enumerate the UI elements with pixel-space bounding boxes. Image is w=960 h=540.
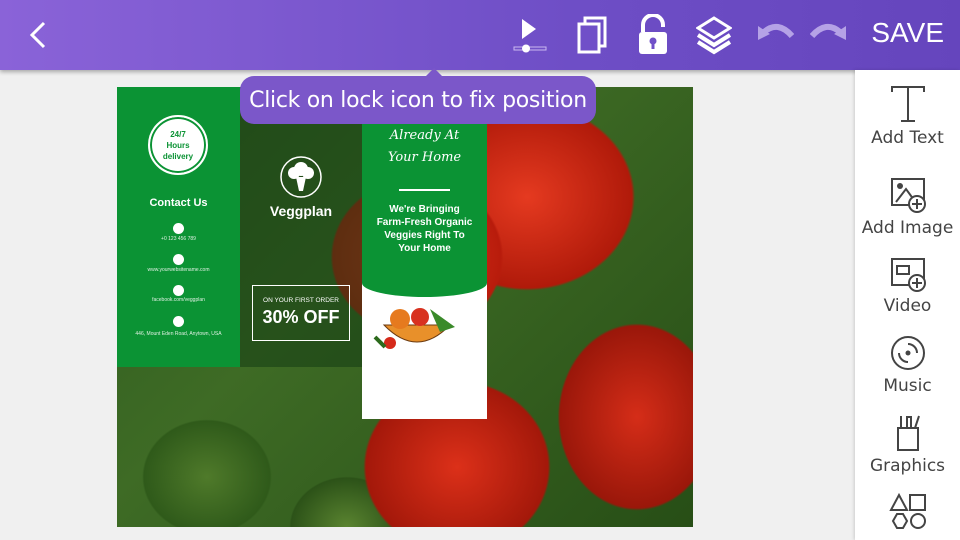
vegetable-basket-image [373, 308, 455, 349]
sidebar-item-label: Graphics [869, 456, 946, 476]
undo-button[interactable] [756, 14, 794, 56]
sidebar-item-label: Add Image [861, 218, 954, 238]
text-icon [890, 86, 925, 122]
divider [399, 189, 450, 191]
headline: Already At Your Home [387, 128, 462, 165]
sidebar-item-add-image[interactable]: Add Image [855, 176, 960, 238]
sidebar-item-label: Add Text [871, 128, 944, 148]
offer-box: ON YOUR FIRST ORDER 30% OFF [252, 285, 350, 341]
preview-button[interactable] [512, 14, 548, 56]
sidebar-item-shapes[interactable] [855, 492, 960, 536]
contact-title: Contact Us [149, 197, 208, 209]
duplicate-icon [577, 16, 607, 54]
preview-play-icon [513, 19, 547, 53]
phone-icon [173, 223, 184, 234]
sidebar-item-add-text[interactable]: Add Text [855, 84, 960, 148]
music-disc-icon [890, 336, 925, 370]
website-text: www.yourwebsitename.com [147, 267, 210, 273]
tools-sidebar: Add Text Add Image Video Music Graphics [855, 70, 960, 540]
unlock-icon [639, 14, 667, 54]
delivery-badge: 24/7 Hours delivery [148, 115, 208, 175]
redo-icon [810, 23, 846, 40]
shapes-icon [888, 492, 926, 529]
broccoli-logo-icon [280, 156, 322, 198]
sidebar-item-video[interactable]: Video [855, 256, 960, 316]
globe-icon [173, 254, 184, 265]
undo-icon [758, 23, 794, 40]
sidebar-item-graphics[interactable]: Graphics [855, 412, 960, 476]
redo-button[interactable] [810, 14, 848, 56]
sidebar-item-label: Video [883, 296, 932, 316]
sidebar-item-label: Music [883, 376, 932, 396]
add-video-icon [890, 258, 926, 292]
back-button[interactable] [22, 14, 54, 56]
offer-discount: 30% OFF [262, 307, 340, 327]
design-canvas[interactable]: 24/7 Hours delivery Contact Us +0 123 45… [117, 87, 693, 527]
facebook-text: facebook.com/veggplan [152, 297, 205, 303]
top-toolbar: SAVE [0, 0, 960, 70]
sidebar-item-music[interactable]: Music [855, 334, 960, 396]
add-image-icon [890, 178, 926, 213]
lock-button[interactable] [636, 14, 670, 56]
phone-text: +0 123 456 789 [161, 236, 196, 242]
duplicate-button[interactable] [576, 14, 608, 56]
lock-hint-tooltip: Click on lock icon to fix position [240, 68, 596, 124]
body-text: We're Bringing Farm-Fresh Organic Veggie… [376, 204, 473, 254]
contact-panel[interactable]: 24/7 Hours delivery Contact Us +0 123 45… [117, 87, 240, 367]
layers-button[interactable] [696, 14, 732, 56]
address-text: 446, Mount Eden Road, Anytown, USA [135, 331, 222, 337]
chevron-left-icon [29, 21, 46, 49]
save-button[interactable]: SAVE [871, 17, 944, 49]
graphics-icon [896, 415, 920, 451]
brand-name: Veggplan [269, 203, 333, 219]
offer-subtitle: ON YOUR FIRST ORDER [263, 297, 339, 304]
location-pin-icon [173, 316, 184, 327]
facebook-icon [173, 285, 184, 296]
info-panel[interactable]: Already At Your Home We're Bringing Farm… [362, 87, 487, 419]
layers-icon [696, 16, 732, 55]
